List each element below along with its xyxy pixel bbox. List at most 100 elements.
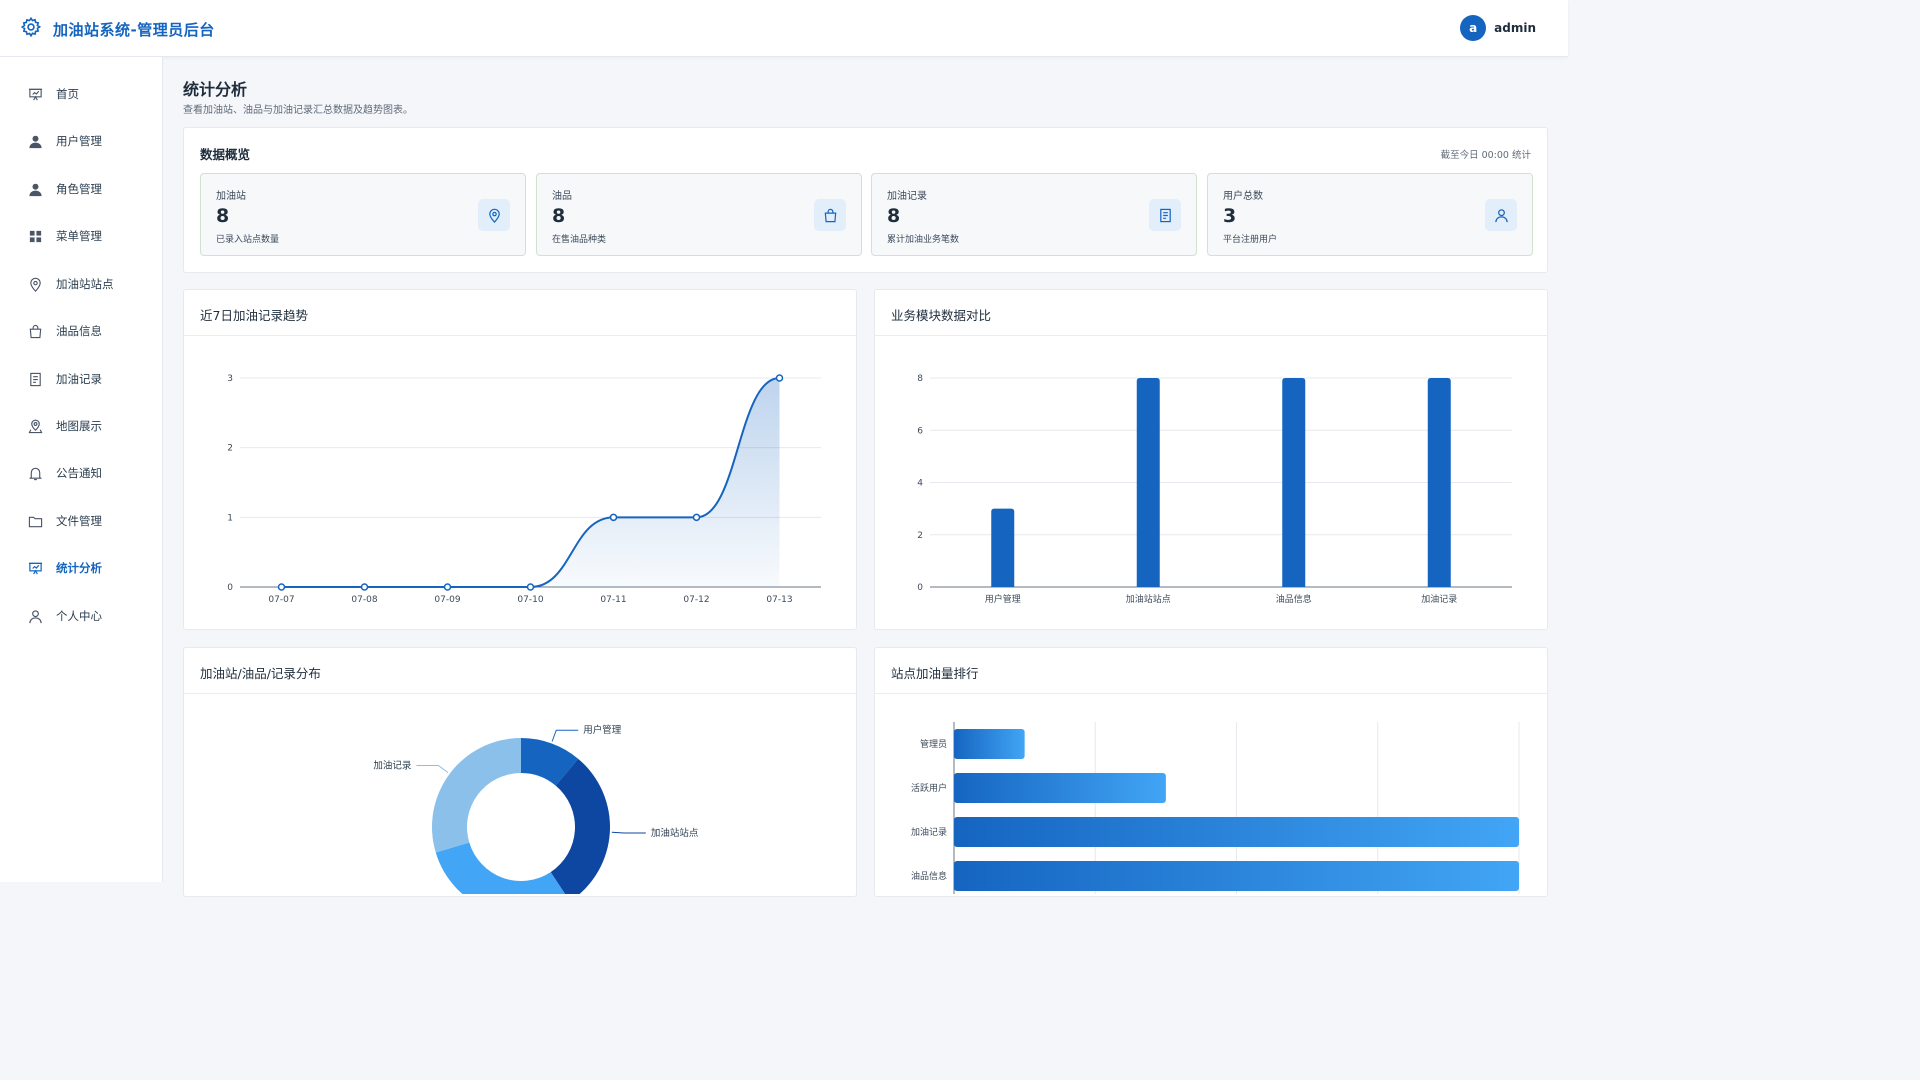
y-tick-label: 6 (917, 426, 923, 436)
x-tick-label: 油品信息 (1276, 593, 1312, 605)
document-icon (28, 372, 43, 387)
y-tick-label: 管理员 (920, 738, 947, 750)
sidebar-item-roles[interactable]: 角色管理 (0, 169, 162, 209)
y-tick-label: 4 (917, 479, 923, 489)
overview-card: 数据概览 截至今日 00:00 统计 加油站 8 已录入站点数量 油品 8 在售… (183, 127, 1548, 273)
stat-label: 加油记录 (887, 191, 927, 202)
chart-title: 近7日加油记录趋势 (200, 308, 308, 323)
slice-label: 加油记录 (373, 759, 412, 771)
ranking-chart: 管理员活跃用户加油记录油品信息 (911, 722, 1520, 894)
sidebar-item-files[interactable]: 文件管理 (0, 501, 162, 541)
y-tick-label: 1 (227, 513, 233, 523)
label-line (416, 764, 449, 774)
x-tick-label: 用户管理 (985, 593, 1021, 605)
x-tick-label: 07-11 (600, 595, 626, 605)
user-outline-icon (28, 609, 43, 624)
avatar[interactable]: a (1460, 15, 1487, 41)
y-tick-label: 活跃用户 (911, 782, 947, 794)
gear-icon (20, 16, 42, 42)
sidebar-item-records[interactable]: 加油记录 (0, 359, 162, 399)
x-tick-label: 07-07 (268, 595, 294, 605)
x-tick-label: 07-10 (517, 595, 543, 605)
sidebar: 首页 用户管理 角色管理 菜单管理 加油站站点 油品信息 加油记录 地图展示 公… (0, 57, 163, 882)
x-tick-label: 加油记录 (1421, 593, 1457, 605)
stat-value: 8 (887, 205, 901, 227)
sidebar-item-profile[interactable]: 个人中心 (0, 596, 162, 636)
bell-icon (28, 466, 43, 481)
compare-chart: 0 2 4 6 8 用户管理 加油站站点 油品信息 加油记录 (917, 374, 1512, 605)
stat-card-stations[interactable]: 加油站 8 已录入站点数量 (200, 173, 526, 256)
pie-slice (432, 738, 521, 853)
bar (954, 729, 1025, 759)
sidebar-item-users[interactable]: 用户管理 (0, 121, 162, 161)
stat-card-records[interactable]: 加油记录 8 累计加油业务笔数 (871, 173, 1197, 256)
sidebar-item-home[interactable]: 首页 (0, 74, 162, 114)
brand[interactable]: 加油站系统-管理员后台 (20, 16, 215, 42)
data-point (692, 513, 701, 522)
trend-chart-card: 近7日加油记录趋势 0 1 2 3 07-07 07-08 07-09 07-10 07-11 0… (183, 289, 857, 630)
document-icon (1149, 199, 1181, 231)
stat-value: 3 (1223, 205, 1237, 227)
stat-value: 8 (216, 205, 230, 227)
stat-label: 用户总数 (1223, 191, 1263, 202)
stat-desc: 累计加油业务笔数 (887, 235, 960, 245)
stat-label: 加油站 (216, 191, 246, 202)
bar (991, 508, 1015, 587)
folder-icon (28, 514, 43, 529)
x-tick-label: 07-09 (434, 595, 460, 605)
label-line (611, 831, 646, 834)
bar (1136, 378, 1160, 587)
bar (954, 861, 1519, 891)
app-title: 加油站系统-管理员后台 (53, 20, 215, 39)
shopping-bag-icon (814, 199, 846, 231)
location-pin-icon (478, 199, 510, 231)
overview-note: 截至今日 00:00 统计 (1440, 150, 1531, 161)
slice-label: 用户管理 (583, 724, 622, 736)
y-tick-label: 油品信息 (911, 870, 947, 882)
sidebar-item-notices[interactable]: 公告通知 (0, 453, 162, 493)
data-point (775, 374, 784, 382)
y-tick-label: 0 (227, 583, 233, 593)
sidebar-item-stations[interactable]: 加油站站点 (0, 264, 162, 304)
sidebar-item-statistics[interactable]: 统计分析 (0, 548, 162, 588)
data-point (526, 583, 535, 591)
compare-chart-card: 业务模块数据对比 0 2 4 6 8 用户管理 加油站站点 油品信息 加油记录 (874, 289, 1548, 630)
y-tick-label: 3 (227, 374, 233, 384)
data-point (277, 583, 286, 591)
sidebar-item-oil-info[interactable]: 油品信息 (0, 311, 162, 351)
sidebar-item-map[interactable]: 地图展示 (0, 406, 162, 446)
sidebar-item-menus[interactable]: 菜单管理 (0, 216, 162, 256)
stat-desc: 已录入站点数量 (216, 235, 280, 245)
slice-label: 加油站站点 (651, 827, 699, 839)
chart-title: 站点加油量排行 (891, 666, 979, 681)
y-tick-label: 2 (917, 531, 923, 541)
y-tick-label: 8 (917, 374, 923, 384)
bar (1282, 378, 1306, 587)
bar (954, 773, 1166, 803)
ranking-chart-card: 站点加油量排行 管理员 活跃用户 加油记录 油品信息 (874, 647, 1548, 897)
label-line (551, 729, 579, 742)
y-tick-label: 2 (227, 444, 233, 454)
user-menu[interactable]: a admin (1460, 15, 1536, 41)
pie-slice (435, 842, 566, 894)
overview-title: 数据概览 (200, 147, 251, 162)
x-tick-label: 加油站站点 (1126, 593, 1171, 605)
x-tick-label: 07-13 (766, 595, 792, 605)
stat-card-users[interactable]: 用户总数 3 平台注册用户 (1207, 173, 1533, 256)
trend-chart: 0 1 2 3 07-07 07-08 07-09 07-10 07-11 07-12 07-13 (227, 374, 821, 605)
grid-icon (28, 229, 43, 244)
page-title: 统计分析 (183, 80, 248, 99)
data-point (360, 583, 369, 591)
stat-card-oil[interactable]: 油品 8 在售油品种类 (536, 173, 862, 256)
stat-desc: 在售油品种类 (552, 235, 607, 245)
presentation-icon (28, 561, 43, 576)
y-tick-label: 0 (917, 583, 923, 593)
username[interactable]: admin (1494, 21, 1536, 35)
location-pin-icon (28, 277, 43, 292)
chart-title: 加油站/油品/记录分布 (200, 666, 321, 681)
user-outline-icon (1485, 199, 1517, 231)
user-icon (28, 182, 43, 197)
shopping-bag-icon (28, 324, 43, 339)
series-area (281, 378, 780, 587)
user-icon (28, 134, 43, 149)
